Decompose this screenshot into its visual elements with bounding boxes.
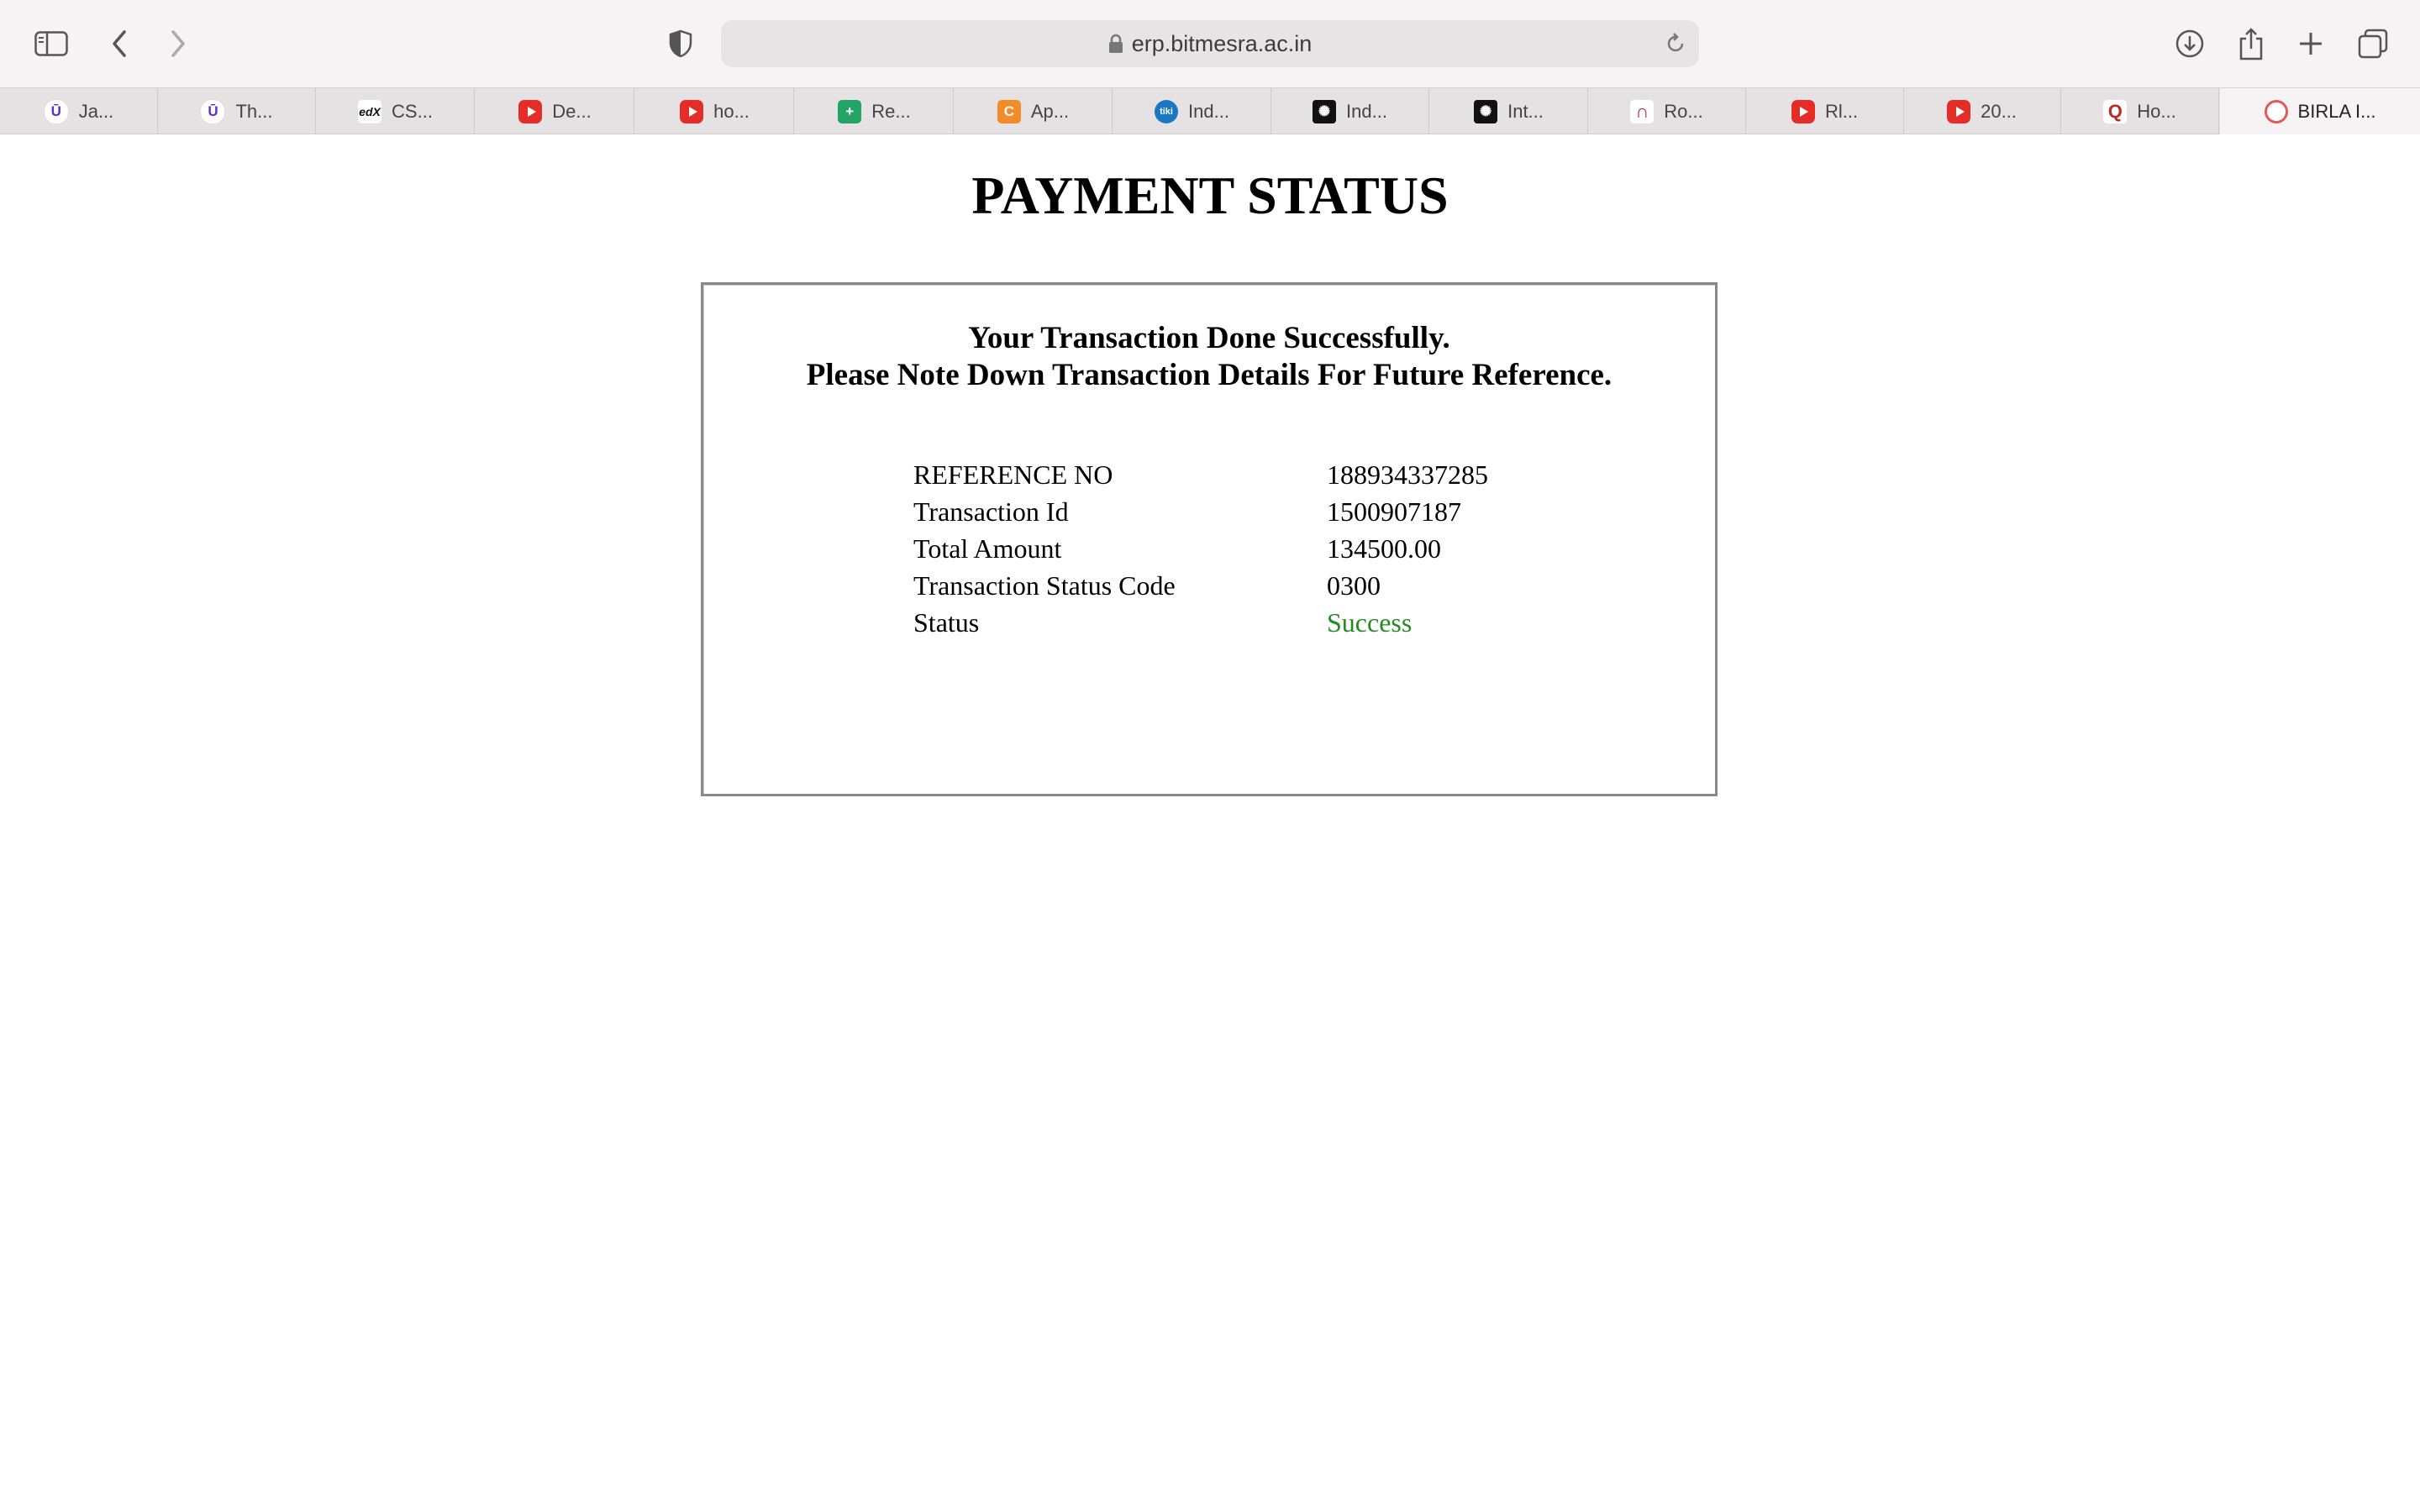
tab-label: Ap...	[1030, 100, 1070, 122]
url-text: erp.bitmesra.ac.in	[1131, 30, 1313, 56]
status-value: Success	[1327, 606, 1413, 638]
tab-label: Ja...	[78, 100, 114, 122]
share-icon	[2238, 27, 2265, 60]
tab-label: ho...	[713, 100, 750, 122]
quora-icon: Q	[2103, 99, 2128, 123]
downloads-button[interactable]	[2166, 20, 2213, 67]
browser-tab[interactable]: ✺ Int...	[1430, 88, 1588, 134]
browser-tab[interactable]: edX CS...	[317, 88, 475, 134]
detail-row-transaction-id: Transaction Id 1500907187	[913, 493, 1586, 530]
browser-tab[interactable]: + Re...	[796, 88, 954, 134]
tab-label: CS...	[392, 100, 433, 122]
detail-row-amount: Total Amount 134500.00	[913, 530, 1586, 567]
success-message: Your Transaction Done Successfully.	[968, 321, 1450, 355]
tab-label: Ro...	[1664, 100, 1703, 122]
chevron-left-icon	[110, 29, 129, 58]
reload-icon[interactable]	[1664, 32, 1687, 55]
plus-icon	[2298, 31, 2323, 56]
download-icon	[2175, 29, 2205, 59]
detail-value: 0300	[1327, 570, 1381, 601]
transaction-details: REFERENCE NO 188934337285 Transaction Id…	[913, 456, 1586, 641]
youtube-icon	[518, 99, 543, 123]
detail-row-status: Status Success	[913, 604, 1586, 641]
detail-row-status-code: Transaction Status Code 0300	[913, 567, 1586, 604]
tab-label: Int...	[1507, 100, 1544, 122]
detail-value: 188934337285	[1327, 459, 1488, 490]
forward-button[interactable]	[155, 20, 202, 67]
sidebar-toggle-button[interactable]	[28, 20, 75, 67]
share-button[interactable]	[2228, 20, 2275, 67]
shield-icon	[668, 29, 693, 58]
browser-tab[interactable]: ∩ Ro...	[1588, 88, 1746, 134]
tab-overview-button[interactable]	[2349, 20, 2396, 67]
globe-icon: tiki	[1155, 99, 1179, 123]
transaction-panel: Your Transaction Done Successfully. Plea…	[701, 282, 1718, 796]
youtube-icon	[680, 99, 704, 123]
detail-label: Transaction Status Code	[913, 570, 1176, 601]
detail-value: 134500.00	[1327, 533, 1441, 564]
tab-label: Th...	[235, 100, 273, 122]
detail-label: Transaction Id	[913, 496, 1069, 527]
tab-label: Rl...	[1824, 100, 1859, 122]
udemy-icon: Ū	[200, 98, 226, 124]
sidebar-icon	[34, 31, 68, 56]
detail-value: 1500907187	[1327, 496, 1461, 527]
browser-tab-active[interactable]: BIRLA I...	[2220, 88, 2420, 134]
edx-icon: edX	[358, 99, 382, 123]
chevron-right-icon	[169, 29, 187, 58]
browser-toolbar: erp.bitmesra.ac.in	[0, 0, 2420, 87]
atom-icon: ✺	[1474, 99, 1498, 123]
browser-tab[interactable]: ho...	[636, 88, 794, 134]
browser-tab[interactable]: Ū Th...	[158, 88, 316, 134]
browser-tab[interactable]: ✺ Ind...	[1271, 88, 1429, 134]
youtube-icon	[1791, 99, 1815, 123]
browser-tab[interactable]: 20...	[1903, 88, 2061, 134]
tab-label: BIRLA I...	[2297, 100, 2376, 122]
tab-label: Ho...	[2137, 100, 2176, 122]
browser-tab[interactable]: tiki Ind...	[1113, 88, 1271, 134]
reference-note: Please Note Down Transaction Details For…	[806, 358, 1612, 392]
browser-tab[interactable]: Rl...	[1746, 88, 1904, 134]
c-icon: C	[997, 99, 1021, 123]
detail-row-reference: REFERENCE NO 188934337285	[913, 456, 1586, 493]
browser-tab[interactable]: Ū Ja...	[0, 88, 158, 134]
new-tab-button[interactable]	[2287, 20, 2334, 67]
tab-label: Ind...	[1188, 100, 1229, 122]
lock-icon	[1108, 34, 1123, 54]
birla-icon	[2264, 99, 2288, 123]
tabs-overview-icon	[2358, 29, 2388, 59]
detail-label: Status	[913, 606, 980, 638]
youtube-icon	[1947, 99, 1971, 123]
udemy-icon: Ū	[43, 98, 69, 124]
browser-tab[interactable]: Q Ho...	[2061, 88, 2219, 134]
address-bar[interactable]: erp.bitmesra.ac.in	[721, 20, 1699, 67]
tab-label: De...	[552, 100, 592, 122]
tab-strip: Ū Ja... Ū Th... edX CS... De... ho... + …	[0, 87, 2420, 134]
browser-tab[interactable]: C Ap...	[955, 88, 1113, 134]
tab-label: Re...	[871, 100, 911, 122]
tab-label: Ind...	[1346, 100, 1387, 122]
browser-tab[interactable]: De...	[476, 88, 634, 134]
horseshoe-icon: ∩	[1630, 99, 1655, 123]
atom-icon: ✺	[1313, 99, 1337, 123]
page-title: PAYMENT STATUS	[971, 165, 1449, 225]
privacy-shield-button[interactable]	[657, 20, 704, 67]
tab-label: 20...	[1981, 100, 2017, 122]
sheets-icon: +	[838, 99, 862, 123]
detail-label: REFERENCE NO	[913, 459, 1113, 490]
detail-label: Total Amount	[913, 533, 1062, 564]
back-button[interactable]	[96, 20, 143, 67]
